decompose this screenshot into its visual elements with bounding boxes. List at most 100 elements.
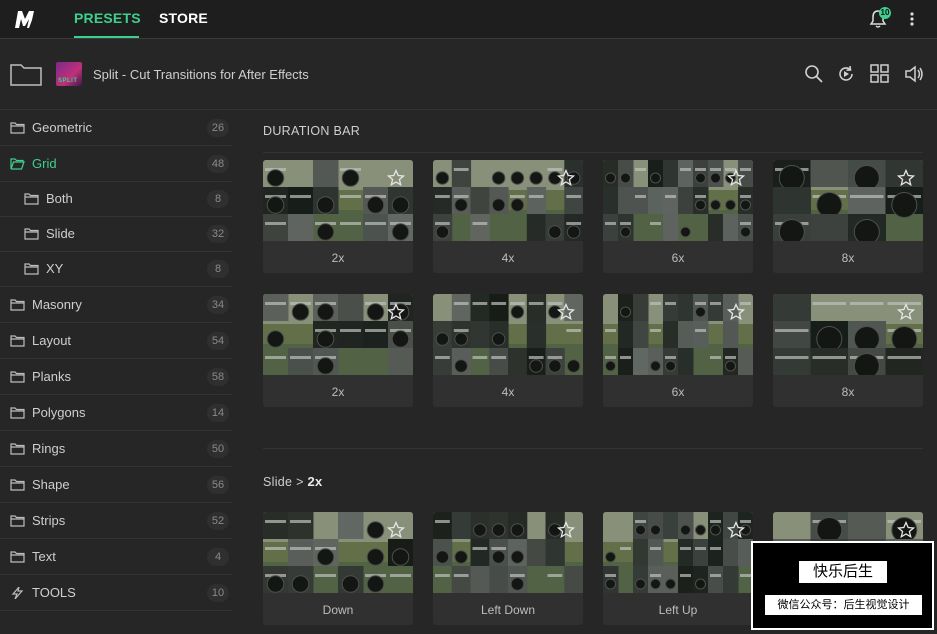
sidebar-item-label: Strips — [32, 513, 66, 528]
sidebar-item-label: Shape — [32, 477, 70, 492]
sidebar-item-count: 8 — [207, 260, 229, 278]
watermark-title: 快乐后生 — [799, 561, 887, 583]
favorite-star-icon[interactable] — [897, 521, 915, 539]
sidebar-item-label: Planks — [32, 369, 72, 384]
watermark-subtitle: 微信公众号：后生视觉设计 — [765, 595, 922, 615]
sidebar-item-label: Polygons — [32, 405, 86, 420]
favorite-star-icon[interactable] — [387, 521, 405, 539]
favorite-star-icon[interactable] — [727, 521, 745, 539]
sidebar-item-geometric[interactable]: Geometric 26 — [0, 110, 232, 146]
folder-icon — [10, 335, 25, 347]
sidebar-item-count: 4 — [207, 548, 229, 566]
breadcrumb-current: 2x — [307, 474, 323, 489]
preset-card[interactable]: Left Up — [603, 512, 753, 625]
sidebar-item-count: 50 — [207, 440, 229, 458]
favorite-star-icon[interactable] — [727, 169, 745, 187]
product-thumbnail-text: SPLIT — [58, 78, 78, 84]
sidebar-item-label: Slide — [46, 226, 75, 241]
notification-badge: 10 — [879, 7, 891, 19]
breadcrumb: Slide > 2x — [263, 474, 323, 489]
favorite-star-icon[interactable] — [387, 303, 405, 321]
preset-card[interactable]: 8x — [773, 160, 923, 273]
preset-label: 8x — [841, 385, 855, 399]
favorite-star-icon[interactable] — [727, 303, 745, 321]
preset-card[interactable]: Left Down — [433, 512, 583, 625]
sidebar-item-masonry[interactable]: Masonry 34 — [0, 287, 232, 323]
sidebar-item-label: Text — [32, 549, 56, 564]
sidebar-item-both[interactable]: Both 8 — [0, 181, 232, 217]
folder-open-icon — [10, 158, 25, 170]
preset-card[interactable]: 2x — [263, 160, 413, 273]
divider — [263, 152, 923, 153]
sidebar-item-text[interactable]: Text 4 — [0, 539, 232, 575]
sidebar-item-count: 54 — [207, 332, 229, 350]
preset-card[interactable]: 2x — [263, 294, 413, 407]
favorite-star-icon[interactable] — [387, 169, 405, 187]
sidebar-item-count: 14 — [207, 404, 229, 422]
folder-icon — [10, 551, 25, 563]
sidebar-item-polygons[interactable]: Polygons 14 — [0, 395, 232, 431]
grid-view-icon[interactable] — [870, 64, 890, 84]
replay-icon[interactable] — [836, 64, 856, 84]
preset-label: 4x — [501, 385, 515, 399]
sidebar-item-xy[interactable]: XY 8 — [0, 251, 232, 287]
favorite-star-icon[interactable] — [897, 303, 915, 321]
preset-label: 8x — [841, 251, 855, 265]
preset-card[interactable]: 6x — [603, 294, 753, 407]
sidebar-item-count: 10 — [207, 584, 229, 602]
favorite-star-icon[interactable] — [557, 303, 575, 321]
preset-label: 6x — [671, 251, 685, 265]
sidebar-item-count: 34 — [207, 296, 229, 314]
volume-icon[interactable] — [904, 64, 924, 84]
lightning-icon — [11, 587, 24, 599]
preset-label: Left Down — [480, 603, 536, 617]
sidebar-item-strips[interactable]: Strips 52 — [0, 503, 232, 539]
tab-store[interactable]: STORE — [159, 10, 208, 26]
sidebar-item-grid[interactable]: Grid 48 — [0, 146, 232, 182]
preset-card[interactable]: 4x — [433, 160, 583, 273]
sidebar-item-label: Geometric — [32, 120, 92, 135]
sidebar-item-count: 56 — [207, 476, 229, 494]
preset-label: Left Up — [658, 603, 698, 617]
sidebar-item-layout[interactable]: Layout 54 — [0, 323, 232, 359]
motion-logo-icon[interactable] — [13, 8, 37, 30]
product-title: Split - Cut Transitions for After Effect… — [93, 67, 309, 82]
sidebar-item-slide[interactable]: Slide 32 — [0, 216, 232, 252]
preset-label: 4x — [501, 251, 515, 265]
sidebar-item-shape[interactable]: Shape 56 — [0, 467, 232, 503]
sidebar-item-count: 48 — [207, 155, 229, 173]
favorite-star-icon[interactable] — [557, 521, 575, 539]
sidebar-item-label: Both — [46, 191, 73, 206]
sidebar-item-count: 26 — [207, 119, 229, 137]
folder-icon — [10, 443, 25, 455]
preset-card[interactable]: Down — [263, 512, 413, 625]
preset-label: 2x — [331, 251, 345, 265]
tab-presets[interactable]: PRESETS — [74, 10, 141, 26]
folder-icon — [10, 479, 25, 491]
preset-card[interactable]: 4x — [433, 294, 583, 407]
preset-card[interactable]: 8x — [773, 294, 923, 407]
sidebar-item-label: Rings — [32, 441, 66, 456]
preset-label: Down — [322, 603, 354, 617]
sidebar-item-label: Layout — [32, 333, 72, 348]
preset-card[interactable]: 6x — [603, 160, 753, 273]
sidebar-item-label: Masonry — [32, 297, 82, 312]
folder-icon — [10, 407, 25, 419]
folder-icon — [10, 299, 25, 311]
sidebar-item-label: Grid — [32, 156, 57, 171]
sidebar-item-count: 58 — [207, 368, 229, 386]
folder-icon[interactable] — [10, 62, 42, 86]
sidebar-item-planks[interactable]: Planks 58 — [0, 359, 232, 395]
search-icon[interactable] — [804, 64, 824, 84]
section-title: DURATION BAR — [263, 124, 361, 138]
sidebar-item-count: 52 — [207, 512, 229, 530]
sidebar-item-rings[interactable]: Rings 50 — [0, 431, 232, 467]
divider — [263, 448, 923, 449]
folder-icon — [10, 515, 25, 527]
folder-icon — [10, 371, 25, 383]
favorite-star-icon[interactable] — [557, 169, 575, 187]
sidebar-item-tools[interactable]: TOOLS 10 — [0, 575, 232, 611]
breadcrumb-parent[interactable]: Slide > — [263, 475, 307, 489]
favorite-star-icon[interactable] — [897, 169, 915, 187]
more-options-icon[interactable] — [906, 10, 918, 28]
